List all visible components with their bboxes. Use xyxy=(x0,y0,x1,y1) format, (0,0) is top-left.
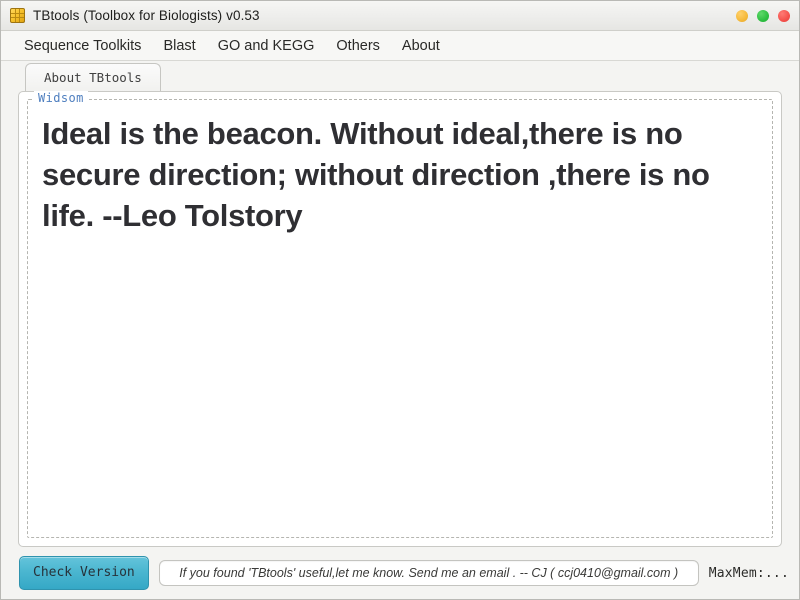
wisdom-group-box: Widsom Ideal is the beacon. Without idea… xyxy=(27,91,773,538)
menu-item-about[interactable]: About xyxy=(391,35,451,57)
menu-item-go-and-kegg[interactable]: GO and KEGG xyxy=(207,35,326,57)
toolbox-grid-icon xyxy=(10,8,25,23)
max-memory-label: MaxMem:... xyxy=(708,565,789,581)
tab-strip: About TBtools xyxy=(1,61,799,92)
tab-about-tbtools[interactable]: About TBtools xyxy=(25,63,161,92)
minimize-button[interactable] xyxy=(736,9,748,22)
menu-item-sequence-toolkits[interactable]: Sequence Toolkits xyxy=(13,35,152,57)
wisdom-quote-text: Ideal is the beacon. Without ideal,there… xyxy=(42,116,710,233)
window-title: TBtools (Toolbox for Biologists) v0.53 xyxy=(33,8,260,23)
status-message-text: If you found 'TBtools' useful,let me kno… xyxy=(179,566,679,580)
check-version-button[interactable]: Check Version xyxy=(19,556,149,590)
bottom-status-bar: Check Version If you found 'TBtools' use… xyxy=(1,547,799,599)
application-window: TBtools (Toolbox for Biologists) v0.53 S… xyxy=(0,0,800,600)
menu-bar: Sequence Toolkits Blast GO and KEGG Othe… xyxy=(1,31,799,61)
status-message-field[interactable]: If you found 'TBtools' useful,let me kno… xyxy=(158,560,699,586)
close-button[interactable] xyxy=(778,9,790,22)
window-controls xyxy=(736,9,790,22)
menu-item-blast[interactable]: Blast xyxy=(152,35,206,57)
maximize-button[interactable] xyxy=(757,9,769,22)
about-panel: Widsom Ideal is the beacon. Without idea… xyxy=(18,91,782,547)
title-bar: TBtools (Toolbox for Biologists) v0.53 xyxy=(1,1,799,31)
group-box-title: Widsom xyxy=(34,91,88,105)
content-area: Widsom Ideal is the beacon. Without idea… xyxy=(1,91,799,547)
menu-item-others[interactable]: Others xyxy=(325,35,391,57)
